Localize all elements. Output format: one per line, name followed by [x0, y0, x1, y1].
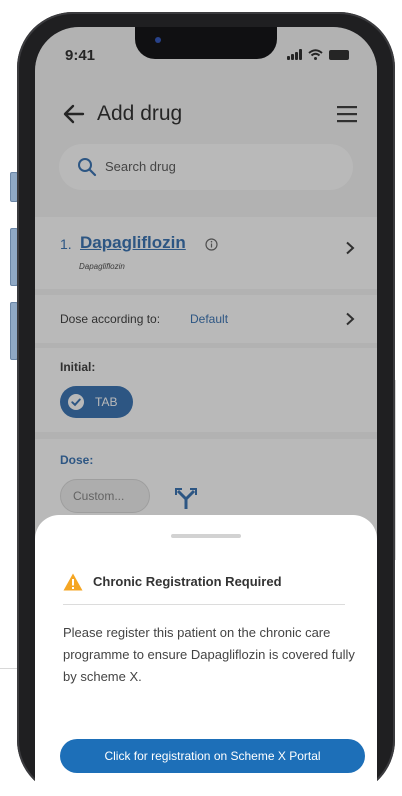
sheet-message: Please register this patient on the chro… [63, 625, 355, 684]
warning-icon [63, 573, 83, 591]
divider [63, 604, 345, 605]
sheet-title: Chronic Registration Required [93, 574, 282, 589]
background-line [395, 380, 396, 560]
phone-screen: 9:41 Add drug Search drug 1. Dapaglifloz… [35, 27, 377, 796]
camera-dot [155, 37, 161, 43]
register-scheme-portal-button[interactable]: Click for registration on Scheme X Porta… [60, 739, 365, 773]
sheet-drag-handle[interactable] [171, 534, 241, 538]
notch [135, 27, 277, 59]
registration-bottom-sheet: Chronic Registration Required Please reg… [35, 515, 377, 796]
